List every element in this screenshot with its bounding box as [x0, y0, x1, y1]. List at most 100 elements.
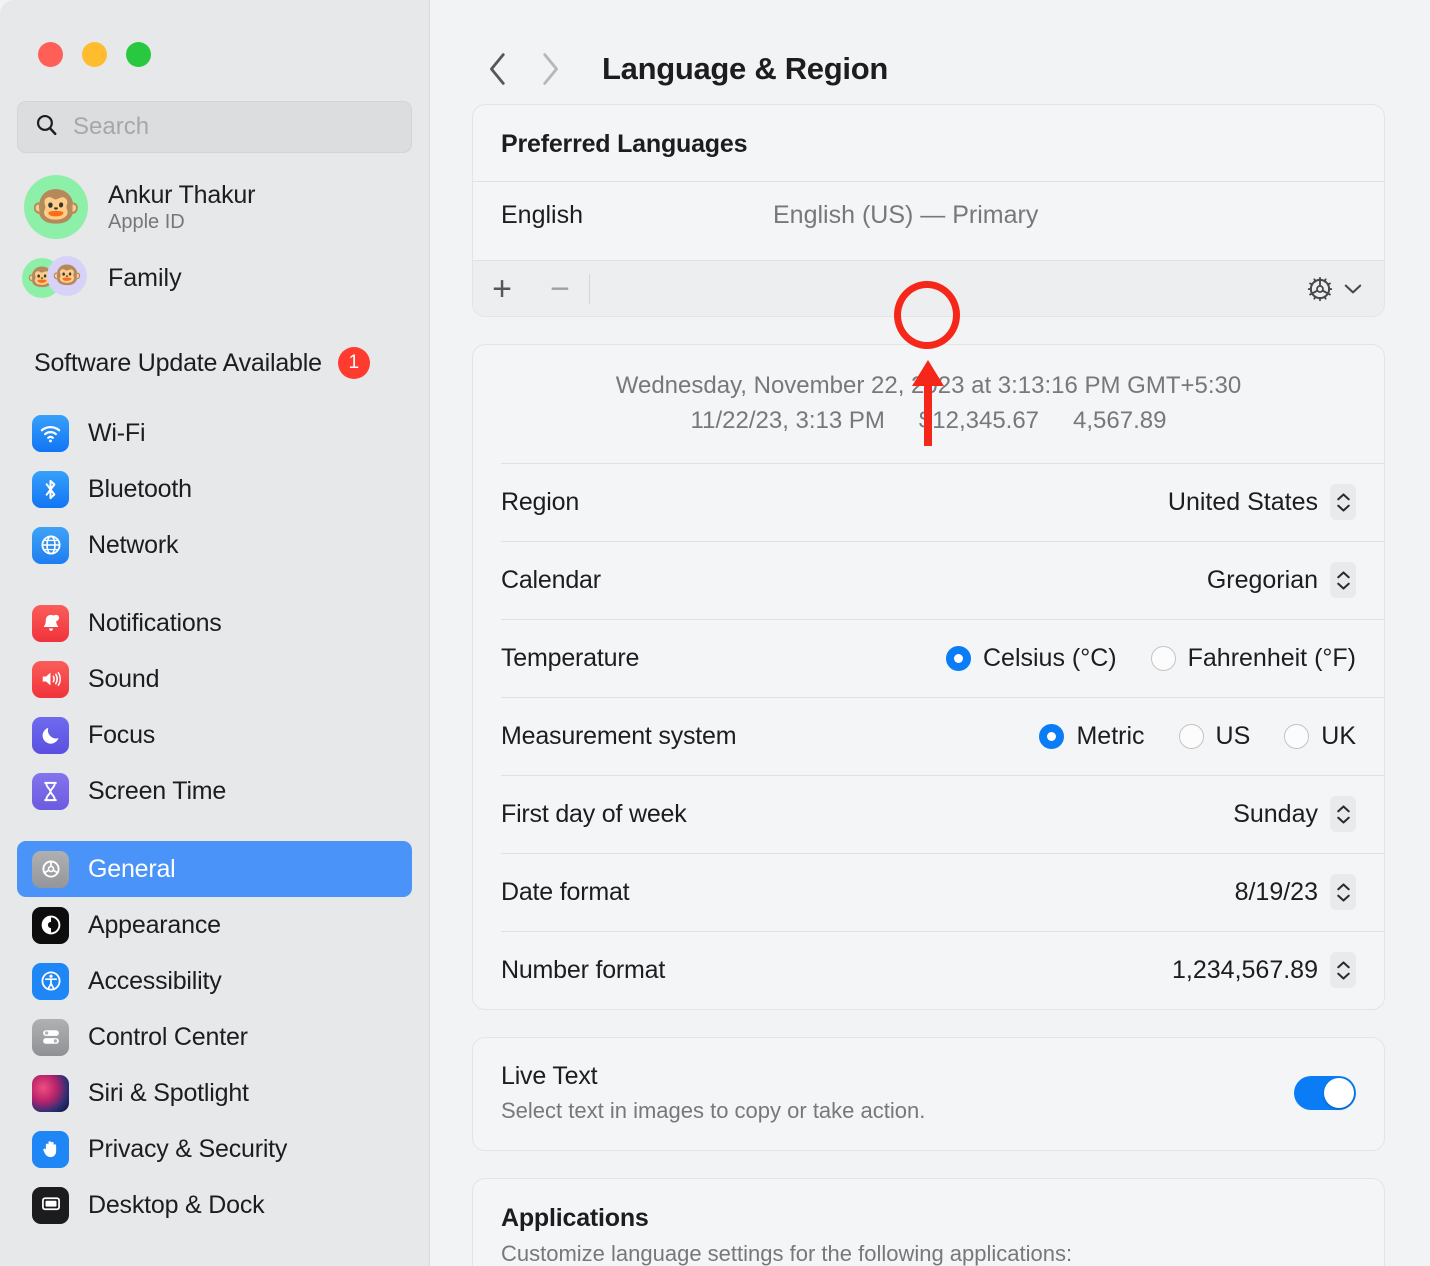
calendar-row[interactable]: Calendar Gregorian: [473, 542, 1384, 619]
sidebar-item-appearance[interactable]: Appearance: [17, 897, 412, 953]
software-update-item[interactable]: Software Update Available 1: [0, 301, 429, 379]
search-input[interactable]: [73, 113, 395, 141]
number-format-stepper[interactable]: [1330, 952, 1356, 988]
sidebar-item-screen-time[interactable]: Screen Time: [17, 763, 412, 819]
family-avatars: 🐵 🐵: [22, 255, 92, 301]
radio-us[interactable]: US: [1179, 722, 1251, 751]
content-toolbar: Language & Region: [430, 0, 1430, 104]
radio-label: Fahrenheit (°F): [1188, 644, 1356, 673]
wifi-icon: [32, 415, 69, 452]
sidebar-item-label: Control Center: [88, 1023, 248, 1052]
avatar: 🐵: [24, 175, 88, 239]
sidebar-item-general[interactable]: General: [17, 841, 412, 897]
date-format-row[interactable]: Date format 8/19/23: [473, 854, 1384, 931]
radio-label: Metric: [1076, 722, 1144, 751]
close-button[interactable]: [38, 42, 63, 67]
sidebar-item-desktop-dock[interactable]: Desktop & Dock: [17, 1177, 412, 1233]
search-container: [17, 101, 412, 153]
row-label: First day of week: [501, 800, 687, 829]
radio-metric[interactable]: Metric: [1039, 722, 1144, 751]
sidebar-item-wi-fi[interactable]: Wi-Fi: [17, 405, 412, 461]
row-label: Region: [501, 488, 579, 517]
account-subtitle: Apple ID: [108, 211, 255, 234]
language-list-row[interactable]: English English (US) — Primary: [473, 182, 1384, 260]
radio-fahrenheit[interactable]: Fahrenheit (°F): [1151, 644, 1356, 673]
radio-indicator: [946, 646, 971, 671]
live-text-card: Live Text Select text in images to copy …: [472, 1037, 1385, 1151]
apple-id-account-item[interactable]: 🐵 Ankur Thakur Apple ID: [0, 153, 429, 239]
sidebar-item-notifications[interactable]: Notifications: [17, 595, 412, 651]
page-title: Language & Region: [602, 51, 888, 87]
sidebar-item-family[interactable]: 🐵 🐵 Family: [0, 239, 429, 301]
row-label: Calendar: [501, 566, 601, 595]
row-label: Temperature: [501, 644, 639, 673]
sidebar-item-siri-spotlight[interactable]: Siri & Spotlight: [17, 1065, 412, 1121]
sidebar-item-privacy-security[interactable]: Privacy & Security: [17, 1121, 412, 1177]
region-formats-card: Wednesday, November 22, 2023 at 3:13:16 …: [472, 344, 1385, 1010]
family-label: Family: [108, 264, 182, 293]
radio-indicator: [1039, 724, 1064, 749]
radio-indicator: [1179, 724, 1204, 749]
bell-icon: [32, 605, 69, 642]
temperature-row: Temperature Celsius (°C) Fahrenheit (°F): [473, 620, 1384, 697]
language-actions-menu[interactable]: [1305, 274, 1384, 304]
add-language-button[interactable]: +: [473, 261, 531, 317]
preview-currency: $12,345.67: [919, 404, 1039, 439]
sidebar-divider: [0, 819, 429, 841]
live-text-toggle[interactable]: [1294, 1076, 1356, 1110]
zoom-button[interactable]: [126, 42, 151, 67]
row-label: Measurement system: [501, 722, 736, 751]
sidebar-item-network[interactable]: Network: [17, 517, 412, 573]
date-format-stepper[interactable]: [1330, 874, 1356, 910]
sidebar: 🐵 Ankur Thakur Apple ID 🐵 🐵 Family Softw…: [0, 0, 430, 1266]
sidebar-item-bluetooth[interactable]: Bluetooth: [17, 461, 412, 517]
back-button[interactable]: [476, 47, 520, 91]
gear-icon: [1305, 274, 1335, 304]
radio-label: Celsius (°C): [983, 644, 1117, 673]
speaker-icon: [32, 661, 69, 698]
calendar-stepper[interactable]: [1330, 562, 1356, 598]
sidebar-item-sound[interactable]: Sound: [17, 651, 412, 707]
measurement-radio-group: Metric US UK: [1039, 722, 1356, 751]
live-text-title: Live Text: [501, 1062, 925, 1091]
sidebar-item-control-center[interactable]: Control Center: [17, 1009, 412, 1065]
hand-shield-icon: [32, 1131, 69, 1168]
first-day-of-week-row[interactable]: First day of week Sunday: [473, 776, 1384, 853]
sidebar-divider: [0, 573, 429, 595]
region-row[interactable]: Region United States: [473, 464, 1384, 541]
number-format-row[interactable]: Number format 1,234,567.89: [473, 932, 1384, 1009]
row-value: Sunday: [1233, 800, 1318, 829]
software-update-label: Software Update Available: [34, 349, 322, 378]
remove-language-button[interactable]: −: [531, 261, 589, 317]
sidebar-item-label: Focus: [88, 721, 155, 750]
desktop-dock-icon: [32, 1187, 69, 1224]
applications-header: Applications: [473, 1179, 1384, 1241]
sidebar-item-label: Sound: [88, 665, 159, 694]
forward-button[interactable]: [528, 47, 572, 91]
sidebar-item-label: Desktop & Dock: [88, 1191, 264, 1220]
search-box[interactable]: [17, 101, 412, 153]
sidebar-item-focus[interactable]: Focus: [17, 707, 412, 763]
sidebar-item-accessibility[interactable]: Accessibility: [17, 953, 412, 1009]
first-day-stepper[interactable]: [1330, 796, 1356, 832]
applications-card: Applications Customize language settings…: [472, 1178, 1385, 1266]
main-content: Language & Region Preferred Languages En…: [430, 0, 1430, 1266]
toolbar-divider: [589, 274, 590, 304]
temperature-radio-group: Celsius (°C) Fahrenheit (°F): [946, 644, 1356, 673]
sidebar-item-label: Bluetooth: [88, 475, 192, 504]
preferred-languages-card: Preferred Languages English English (US)…: [472, 104, 1385, 317]
region-stepper[interactable]: [1330, 484, 1356, 520]
section-title: Applications: [501, 1204, 1356, 1233]
network-globe-icon: [32, 527, 69, 564]
live-text-subtitle: Select text in images to copy or take ac…: [501, 1098, 925, 1124]
account-name: Ankur Thakur: [108, 181, 255, 210]
measurement-system-row: Measurement system Metric US UK: [473, 698, 1384, 775]
minimize-button[interactable]: [82, 42, 107, 67]
chevron-right-icon: [539, 52, 561, 86]
radio-uk[interactable]: UK: [1284, 722, 1356, 751]
sidebar-group-connectivity: Wi-Fi Bluetooth: [0, 405, 429, 573]
row-value: United States: [1168, 488, 1318, 517]
radio-celsius[interactable]: Celsius (°C): [946, 644, 1117, 673]
radio-label: US: [1216, 722, 1251, 751]
sidebar-item-label: Screen Time: [88, 777, 226, 806]
